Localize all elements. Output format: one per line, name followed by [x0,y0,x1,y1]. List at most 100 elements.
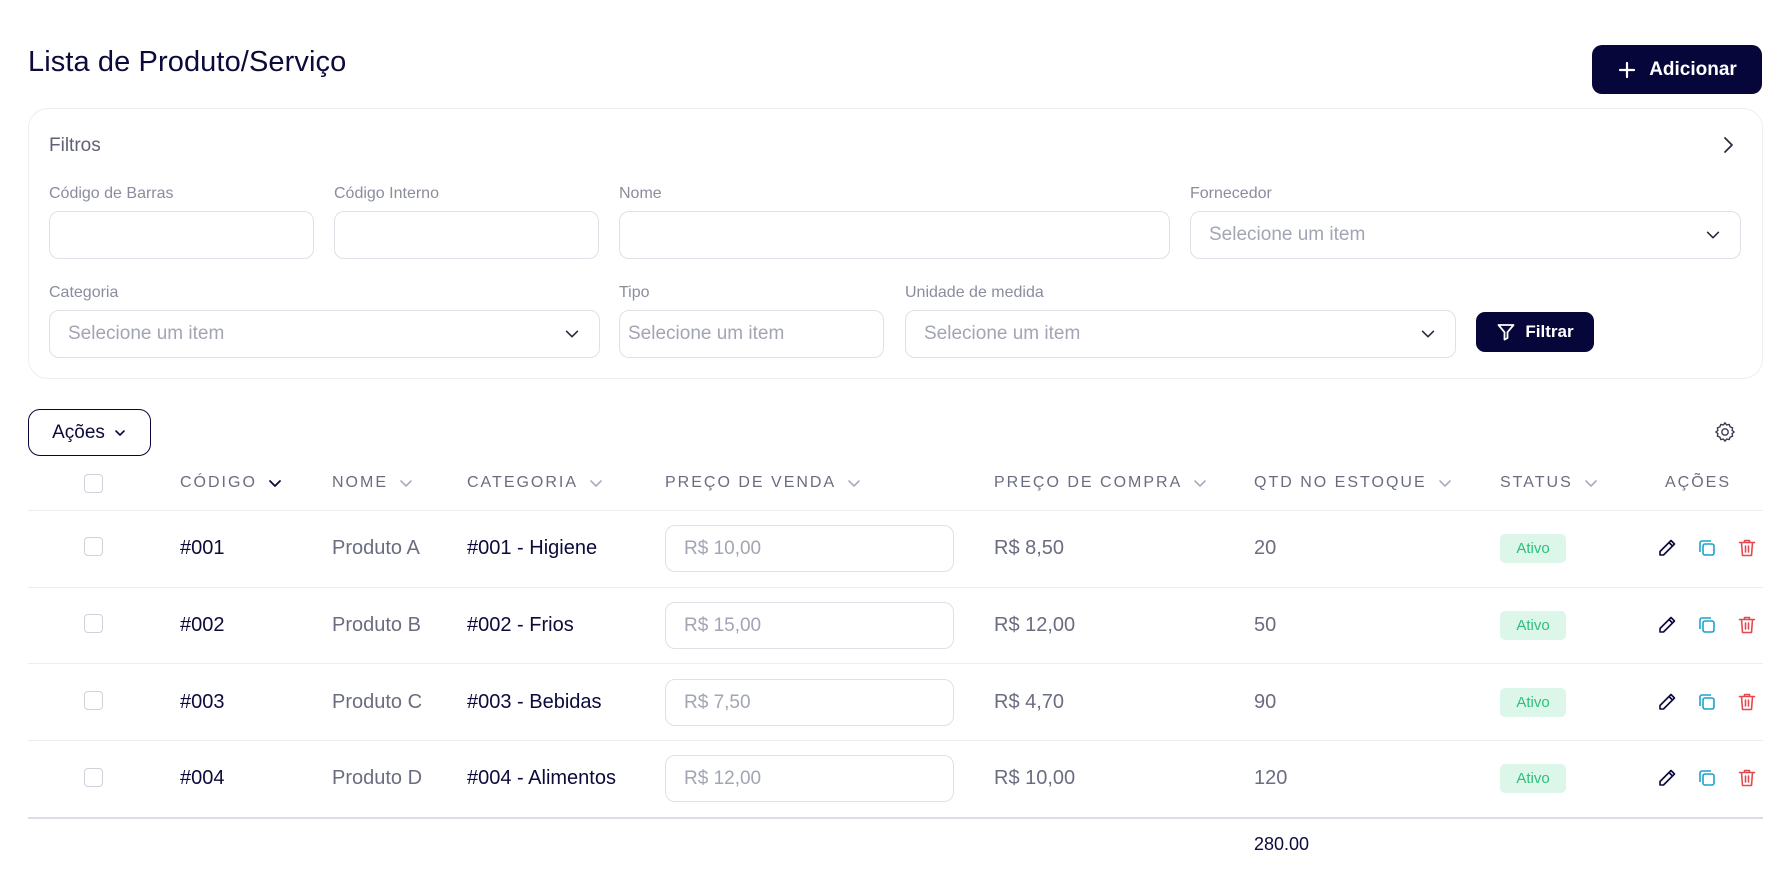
unit-label: Unidade de medida [905,284,1044,301]
type-input[interactable] [619,310,884,358]
column-header-category[interactable]: CATEGORIA [467,472,604,494]
edit-pencil-icon[interactable] [1656,537,1678,559]
sale-price-input[interactable] [665,525,954,572]
supplier-select[interactable]: Selecione um item [1190,211,1741,259]
filter-button-label: Filtrar [1525,322,1574,341]
chevron-down-icon [1438,480,1451,487]
row-stock: 120 [1254,766,1288,789]
chevron-down-icon [268,480,281,487]
chevron-down-icon [1706,231,1720,239]
stock-total: 280.00 [1254,834,1310,854]
sale-price-input[interactable] [665,602,954,649]
trash-icon[interactable] [1736,691,1758,713]
column-header-name[interactable]: NOME [332,472,414,494]
row-name: Produto D [332,766,423,789]
chevron-down-icon [1421,330,1435,338]
sale-price-input[interactable] [665,755,954,802]
funnel-icon [1498,324,1515,341]
status-badge: Ativo [1500,688,1566,717]
row-divider [28,663,1763,664]
unit-select-placeholder: Selecione um item [924,323,1081,344]
trash-icon[interactable] [1736,537,1758,559]
row-category: #004 - Alimentos [467,766,616,789]
category-select[interactable]: Selecione um item [49,310,600,358]
chevron-down-icon [590,480,602,487]
row-name: Produto C [332,690,423,713]
trash-icon[interactable] [1736,614,1758,636]
column-header-code-label: CÓDIGO [180,474,257,491]
edit-pencil-icon[interactable] [1656,767,1678,789]
supplier-label: Fornecedor [1190,185,1272,202]
filter-button[interactable]: Filtrar [1476,312,1594,352]
row-divider [28,587,1763,588]
row-divider [28,740,1763,741]
column-header-sale-price[interactable]: PREÇO DE VENDA [665,472,862,494]
chevron-down-icon [115,429,125,436]
chevron-right-icon[interactable] [1718,135,1738,155]
filters-title: Filtros [49,135,101,156]
copy-icon[interactable] [1696,614,1718,636]
category-label: Categoria [49,284,119,301]
plus-icon [1619,61,1636,78]
copy-icon[interactable] [1696,767,1718,789]
header-divider [28,510,1763,511]
add-button[interactable]: Adicionar [1592,45,1762,94]
column-header-purchase-price-label: PREÇO DE COMPRA [994,474,1183,491]
name-input[interactable] [619,211,1170,259]
row-purchase-price: R$ 10,00 [994,766,1076,789]
type-label: Tipo [619,284,650,301]
row-checkbox[interactable] [84,691,103,710]
row-checkbox[interactable] [84,614,103,633]
column-header-stock[interactable]: QTD NO ESTOQUE [1254,472,1453,494]
copy-icon[interactable] [1696,537,1718,559]
row-name: Produto A [332,536,420,559]
column-header-category-label: CATEGORIA [467,474,579,491]
status-badge: Ativo [1500,764,1566,793]
trash-icon[interactable] [1736,767,1758,789]
row-category: #003 - Bebidas [467,690,602,713]
row-name: Produto B [332,613,421,636]
column-header-status[interactable]: STATUS [1500,472,1599,494]
actions-dropdown-button[interactable]: Ações [28,409,151,456]
row-stock: 90 [1254,690,1277,713]
column-header-sale-price-label: PREÇO DE VENDA [665,474,837,491]
row-purchase-price: R$ 12,00 [994,613,1076,636]
edit-pencil-icon[interactable] [1656,614,1678,636]
copy-icon[interactable] [1696,691,1718,713]
internal-code-label: Código Interno [334,185,439,202]
chevron-down-icon [1584,480,1597,487]
name-label: Nome [619,185,662,202]
column-header-actions-label: AÇÕES [1665,474,1732,491]
status-badge: Ativo [1500,611,1566,640]
row-stock: 20 [1254,536,1277,559]
barcode-label: Código de Barras [49,185,174,202]
chevron-down-icon [1194,480,1207,487]
row-checkbox[interactable] [84,537,103,556]
gear-icon[interactable] [1713,420,1737,444]
row-purchase-price: R$ 8,50 [994,536,1065,559]
row-category: #001 - Higiene [467,536,598,559]
barcode-input[interactable] [49,211,314,259]
row-category: #002 - Frios [467,613,574,636]
chevron-down-icon [848,480,860,487]
unit-select[interactable]: Selecione um item [905,310,1456,358]
column-header-purchase-price[interactable]: PREÇO DE COMPRA [994,472,1208,494]
column-header-stock-label: QTD NO ESTOQUE [1254,474,1427,491]
select-all-checkbox[interactable] [84,474,103,493]
row-checkbox[interactable] [84,768,103,787]
category-select-placeholder: Selecione um item [68,323,225,344]
table-footer-divider [28,817,1763,819]
column-header-actions: AÇÕES [1665,472,1731,494]
column-header-code[interactable]: CÓDIGO [180,472,283,494]
page-title: Lista de Produto/Serviço [28,46,347,78]
chevron-down-icon [565,330,579,338]
supplier-select-placeholder: Selecione um item [1209,224,1366,245]
sale-price-input[interactable] [665,679,954,726]
row-stock: 50 [1254,613,1277,636]
row-code: #004 [180,766,225,789]
internal-code-input[interactable] [334,211,599,259]
status-badge: Ativo [1500,534,1566,563]
edit-pencil-icon[interactable] [1656,691,1678,713]
row-code: #003 [180,690,225,713]
chevron-down-icon [400,480,412,487]
